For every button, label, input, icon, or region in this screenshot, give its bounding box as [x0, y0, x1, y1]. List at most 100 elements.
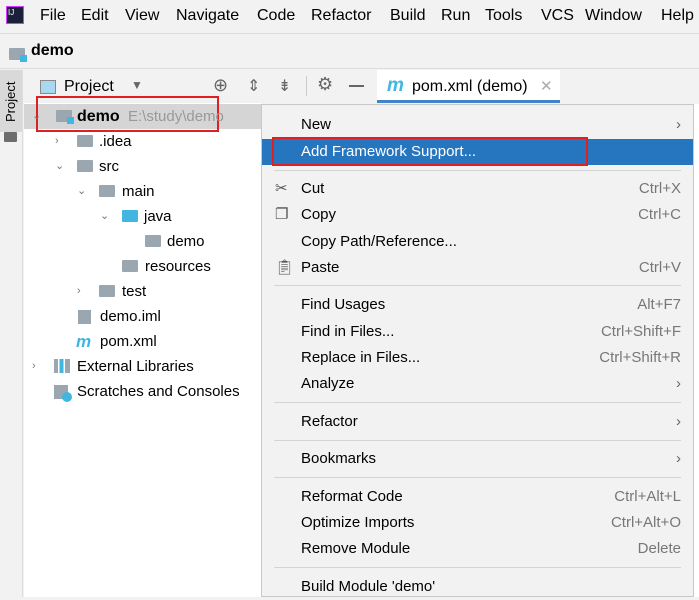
module-folder-icon — [56, 110, 74, 124]
tree-label: src — [99, 158, 119, 175]
highlight-box — [272, 137, 588, 166]
folder-icon — [77, 160, 93, 172]
menu-separator — [274, 440, 681, 441]
close-icon[interactable]: ✕ — [540, 77, 553, 95]
package-icon — [145, 235, 161, 247]
copy-icon: ❐ — [275, 206, 289, 223]
menu-item-label: Replace in Files... — [301, 349, 421, 366]
chevron-right-icon[interactable]: › — [55, 129, 59, 154]
tool-window-stripe: Project — [0, 70, 23, 597]
navigation-bar: demo — [0, 35, 699, 69]
menu-separator — [274, 567, 681, 568]
context-menu: New › Add Framework Support... ✂ Cut Ctrl+X… — [261, 104, 694, 597]
menu-item-label: Build Module 'demo' — [301, 578, 436, 595]
menu-item-replace-in-files[interactable]: Replace in Files... Ctrl+Shift+R — [262, 345, 693, 371]
menu-code[interactable]: Code — [257, 7, 295, 25]
tree-label: pom.xml — [100, 333, 157, 350]
shortcut-label: Ctrl+V — [638, 259, 681, 276]
collapse-all-icon[interactable]: ⇟ — [278, 76, 291, 96]
iml-file-icon — [78, 310, 91, 324]
chevron-down-icon[interactable]: ▼ — [131, 78, 143, 92]
menu-item-label: Cut — [301, 180, 325, 197]
maven-icon: m — [387, 75, 404, 96]
menu-tools[interactable]: Tools — [485, 7, 522, 25]
project-tool-button[interactable]: Project — [0, 70, 22, 142]
menu-item-label: Bookmarks — [301, 450, 377, 467]
chevron-right-icon[interactable]: › — [32, 354, 36, 379]
chevron-right-icon: › — [676, 450, 681, 467]
chevron-right-icon: › — [676, 413, 681, 430]
folder-icon — [99, 185, 115, 197]
menu-item-copy[interactable]: ❐ Copy Ctrl+C — [262, 202, 693, 228]
project-stripe-label: Project — [3, 81, 18, 122]
gear-icon[interactable]: ⚙ — [317, 74, 333, 95]
project-view-selector[interactable]: Project — [64, 78, 114, 96]
shortcut-label: Ctrl+Alt+O — [610, 514, 681, 531]
menu-item-optimize-imports[interactable]: Optimize Imports Ctrl+Alt+O — [262, 510, 693, 536]
tab-pom-xml[interactable]: m pom.xml (demo) ✕ — [377, 70, 560, 103]
editor-area[interactable] — [694, 104, 699, 597]
chevron-right-icon[interactable]: › — [77, 279, 81, 304]
menu-separator — [274, 285, 681, 286]
menu-item-new[interactable]: New › — [262, 112, 693, 138]
menu-item-paste[interactable]: 📋︎ Paste Ctrl+V — [262, 255, 693, 281]
shortcut-label: Ctrl+C — [638, 206, 681, 223]
menu-item-cut[interactable]: ✂ Cut Ctrl+X — [262, 176, 693, 202]
chevron-right-icon: › — [676, 375, 681, 392]
menu-item-label: New — [301, 116, 332, 133]
folder-icon — [77, 135, 93, 147]
menu-item-build-module[interactable]: Build Module 'demo' — [262, 574, 693, 600]
breadcrumb-project[interactable]: demo — [31, 42, 74, 60]
menu-view[interactable]: View — [125, 7, 159, 25]
tree-label: demo.iml — [100, 308, 161, 325]
clock-icon — [62, 392, 72, 402]
menu-file[interactable]: File — [40, 7, 66, 25]
menu-run[interactable]: Run — [441, 7, 470, 25]
menu-build[interactable]: Build — [390, 7, 426, 25]
minimize-icon[interactable] — [349, 85, 364, 87]
menu-bar: IJ File Edit View Navigate Code Refactor… — [0, 0, 699, 34]
menu-item-copy-path[interactable]: Copy Path/Reference... — [262, 229, 693, 255]
module-folder-icon — [9, 48, 27, 63]
clipboard-icon: 📋︎ — [275, 259, 295, 276]
menu-item-reformat-code[interactable]: Reformat Code Ctrl+Alt+L — [262, 484, 693, 510]
menu-item-find-usages[interactable]: Find Usages Alt+F7 — [262, 292, 693, 318]
tab-label: pom.xml (demo) — [412, 78, 528, 95]
menu-edit[interactable]: Edit — [81, 7, 109, 25]
tree-label: java — [144, 208, 172, 225]
expand-all-icon[interactable]: ⇕ — [247, 76, 260, 96]
menu-item-label: Find Usages — [301, 296, 386, 313]
menu-navigate[interactable]: Navigate — [176, 7, 239, 25]
menu-separator — [274, 170, 681, 171]
menu-window[interactable]: Window — [585, 7, 642, 25]
menu-item-bookmarks[interactable]: Bookmarks › — [262, 446, 693, 472]
menu-item-label: Copy — [301, 206, 337, 223]
shortcut-label: Ctrl+Shift+R — [599, 349, 681, 366]
source-folder-icon — [122, 210, 138, 222]
chevron-down-icon[interactable]: ⌄ — [77, 179, 86, 204]
tree-label: resources — [145, 258, 211, 275]
menu-item-label: Reformat Code — [301, 488, 403, 505]
menu-item-find-in-files[interactable]: Find in Files... Ctrl+Shift+F — [262, 319, 693, 345]
menu-item-analyze[interactable]: Analyze › — [262, 371, 693, 397]
chevron-down-icon[interactable]: ⌄ — [55, 154, 64, 179]
locate-icon[interactable]: ⊕ — [213, 75, 228, 96]
menu-item-label: Optimize Imports — [301, 514, 415, 531]
shortcut-label: Delete — [637, 540, 681, 557]
resources-folder-icon — [122, 260, 138, 272]
scissors-icon: ✂ — [275, 180, 288, 197]
menu-item-label: Refactor — [301, 413, 358, 430]
menu-item-refactor[interactable]: Refactor › — [262, 409, 693, 435]
shortcut-label: Ctrl+X — [638, 180, 681, 197]
chevron-down-icon[interactable]: ⌄ — [100, 204, 109, 229]
menu-item-remove-module[interactable]: Remove Module Delete — [262, 536, 693, 562]
tree-label: main — [122, 183, 155, 200]
tree-label: Scratches and Consoles — [77, 383, 240, 400]
menu-item-label: Paste — [301, 259, 340, 276]
menu-help[interactable]: Help — [661, 7, 694, 25]
menu-refactor[interactable]: Refactor — [311, 7, 371, 25]
tree-label: demo — [77, 108, 120, 125]
menu-separator — [274, 402, 681, 403]
folder-icon — [4, 132, 17, 142]
menu-vcs[interactable]: VCS — [541, 7, 574, 25]
